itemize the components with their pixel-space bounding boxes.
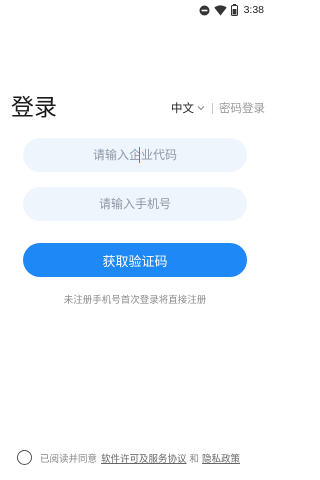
get-verification-code-button[interactable]: 获取验证码 (23, 243, 247, 277)
register-hint: 未注册手机号首次登录将直接注册 (63, 295, 207, 306)
company-code-input[interactable] (23, 138, 247, 172)
do-not-disturb-icon (199, 5, 210, 16)
wifi-icon (213, 4, 227, 16)
status-icons: 3:38 (199, 3, 264, 17)
agreement-row: 已阅读并同意 软件许可及服务协议 和 隐私政策 (17, 450, 240, 465)
agreement-conjunction: 和 (189, 453, 200, 465)
page-title: 登录 (11, 95, 57, 121)
agreement-prefix: 已阅读并同意 (40, 453, 98, 465)
status-time: 3:38 (243, 4, 264, 16)
phone-input[interactable] (23, 187, 247, 221)
status-bar: 3:38 (0, 0, 270, 20)
license-agreement-link[interactable]: 软件许可及服务协议 (101, 451, 187, 465)
top-actions: 中文 密码登录 (171, 100, 265, 116)
divider (212, 102, 213, 114)
chevron-down-icon (197, 105, 205, 111)
agreement-checkbox[interactable] (17, 450, 32, 465)
privacy-policy-link[interactable]: 隐私政策 (202, 451, 240, 465)
password-login-link[interactable]: 密码登录 (219, 100, 265, 116)
battery-icon (230, 4, 238, 16)
language-selector[interactable]: 中文 (171, 100, 205, 116)
text-cursor (139, 147, 140, 163)
language-label: 中文 (171, 101, 194, 115)
